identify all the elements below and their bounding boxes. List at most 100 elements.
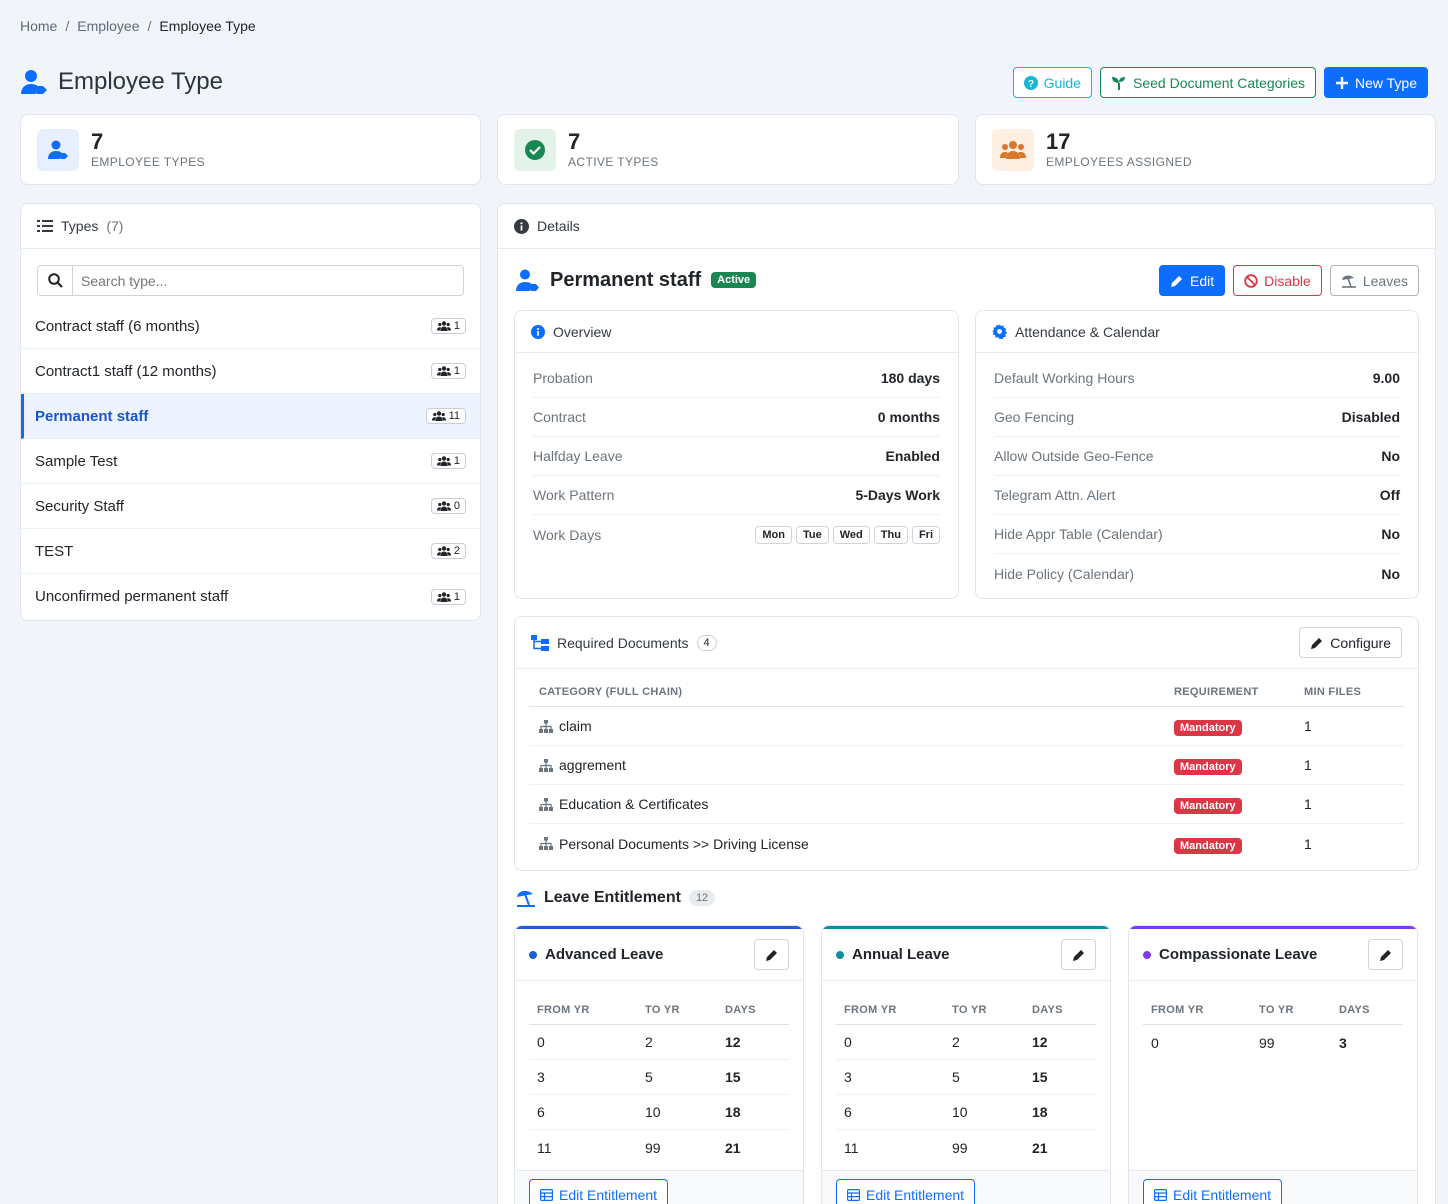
edit-entitlement-button[interactable]: Edit Entitlement — [836, 1179, 976, 1204]
edit-entitlement-label: Edit Entitlement — [559, 1186, 658, 1203]
type-list-item[interactable]: Security Staff 0 — [21, 484, 480, 529]
pencil-icon — [765, 948, 779, 962]
info-circle-icon — [531, 324, 545, 339]
attendance-value: Off — [1379, 487, 1400, 503]
from-yr: 0 — [537, 1034, 545, 1050]
pencil-icon — [1310, 636, 1324, 650]
edit-button[interactable]: Edit — [1159, 265, 1226, 296]
users-icon — [436, 546, 451, 556]
days: 3 — [1339, 1034, 1347, 1051]
mandatory-badge: Mandatory — [1174, 837, 1242, 854]
attendance-label: Hide Appr Table (Calendar) — [994, 526, 1163, 542]
umbrella-beach-icon — [516, 889, 536, 907]
required-documents-card: Required Documents 4 Configure CATEGORY … — [514, 616, 1419, 871]
details-panel-header: Details — [498, 204, 1435, 249]
edit-entitlement-button[interactable]: Edit Entitlement — [1143, 1179, 1283, 1204]
folder-tree-icon — [531, 634, 549, 651]
disable-button[interactable]: Disable — [1233, 265, 1322, 296]
to-yr: 99 — [952, 1139, 968, 1156]
seed-document-categories-button[interactable]: Seed Document Categories — [1100, 67, 1316, 98]
edit-leave-button[interactable] — [1368, 939, 1403, 970]
type-list-item[interactable]: TEST 2 — [21, 529, 480, 574]
users-icon — [436, 456, 451, 466]
column-header: DAYS — [725, 1003, 756, 1016]
column-header: DAYS — [1032, 1003, 1063, 1016]
configure-label: Configure — [1330, 634, 1391, 651]
guide-label: Guide — [1043, 74, 1081, 91]
sitemap-icon — [539, 758, 553, 772]
breadcrumb-employee[interactable]: Employee — [77, 18, 139, 34]
documents-header: Required Documents 4 Configure — [515, 617, 1418, 669]
table-icon — [1154, 1188, 1167, 1201]
leaves-label: Leaves — [1362, 272, 1408, 289]
sitemap-icon — [539, 797, 553, 811]
type-list-item[interactable]: Unconfirmed permanent staff 1 — [21, 574, 480, 619]
requirement-cell: Mandatory — [1174, 836, 1304, 854]
category-name: claim — [559, 718, 592, 734]
leave-card-header: Compassionate Leave — [1129, 929, 1417, 981]
attendance-label: Geo Fencing — [994, 409, 1075, 425]
days: 18 — [1032, 1104, 1048, 1120]
employee-count: 11 — [448, 410, 460, 422]
from-yr: 0 — [844, 1034, 852, 1050]
category-cell: aggrement — [529, 757, 1174, 773]
entitlement-row: 0 2 12 — [836, 1025, 1096, 1060]
overview-row: Contract 0 months — [533, 398, 940, 437]
column-header: TO YR — [645, 1003, 680, 1016]
leave-card-footer: Edit Entitlement — [1129, 1170, 1417, 1204]
entitlement-row: 3 5 15 — [529, 1060, 789, 1095]
leave-entitlement-header: Leave Entitlement 12 — [516, 889, 716, 907]
edit-entitlement-button[interactable]: Edit Entitlement — [529, 1179, 669, 1204]
user-tag-icon — [516, 268, 540, 292]
to-yr: 2 — [952, 1034, 960, 1050]
type-name: Contract1 staff (12 months) — [35, 362, 217, 380]
table-row: aggrement Mandatory 1 — [529, 746, 1404, 785]
type-list-item[interactable]: Contract1 staff (12 months) 1 — [21, 349, 480, 394]
type-list-item[interactable]: Permanent staff 11 — [21, 394, 480, 439]
overview-value: 5-Days Work — [855, 487, 940, 503]
attendance-header: Attendance & Calendar — [976, 311, 1418, 353]
work-day-chip: Mon — [755, 526, 792, 544]
users-icon — [436, 366, 451, 376]
overview-value: Enabled — [885, 448, 940, 464]
guide-button[interactable]: ? Guide — [1012, 67, 1092, 98]
from-yr: 6 — [844, 1104, 852, 1120]
type-list-item[interactable]: Sample Test 1 — [21, 439, 480, 484]
sitemap-icon — [539, 719, 553, 733]
leave-name: Annual Leave — [852, 946, 950, 963]
types-list: Contract staff (6 months) 1 Contract1 staf… — [21, 304, 480, 619]
column-header: FROM YR — [537, 1003, 590, 1016]
search-type-input[interactable] — [73, 266, 463, 295]
type-list-item[interactable]: Contract staff (6 months) 1 — [21, 304, 480, 349]
page-title: Employee Type — [58, 68, 223, 95]
entitlement-table: FROM YR TO YR DAYS 0 2 12 3 5 15 6 10 18 11 99 21 — [529, 995, 789, 1165]
disable-label: Disable — [1264, 272, 1311, 289]
employee-count: 1 — [453, 590, 460, 603]
type-name: Permanent staff — [35, 407, 149, 425]
type-name: Security Staff — [35, 497, 124, 515]
new-type-button[interactable]: New Type — [1324, 67, 1428, 98]
leave-card-header: Advanced Leave — [515, 929, 803, 981]
configure-button[interactable]: Configure — [1299, 627, 1402, 658]
selected-type-name: Permanent staff — [550, 268, 702, 291]
pencil-icon — [1072, 948, 1086, 962]
edit-leave-button[interactable] — [754, 939, 789, 970]
type-name: TEST — [35, 542, 74, 560]
documents-count: 4 — [696, 634, 717, 651]
category-name: Personal Documents >> Driving License — [559, 835, 809, 852]
user-tag-icon — [20, 68, 48, 96]
entitlement-row: 11 99 21 — [836, 1130, 1096, 1165]
leaves-button[interactable]: Leaves — [1329, 265, 1419, 296]
overview-row: Work Pattern 5-Days Work — [533, 476, 940, 515]
breadcrumb-home[interactable]: Home — [20, 18, 57, 34]
entitlement-row: 11 99 21 — [529, 1130, 789, 1165]
edit-leave-button[interactable] — [1061, 939, 1096, 970]
attendance-label: Allow Outside Geo-Fence — [994, 448, 1154, 464]
overview-row: Probation 180 days — [533, 359, 940, 398]
entitlement-row: 0 2 12 — [529, 1025, 789, 1060]
users-icon — [436, 591, 451, 602]
search-box — [37, 265, 464, 296]
entitlement-row: 3 5 15 — [836, 1060, 1096, 1095]
list-icon — [37, 219, 53, 233]
check-circle-icon — [514, 129, 556, 171]
